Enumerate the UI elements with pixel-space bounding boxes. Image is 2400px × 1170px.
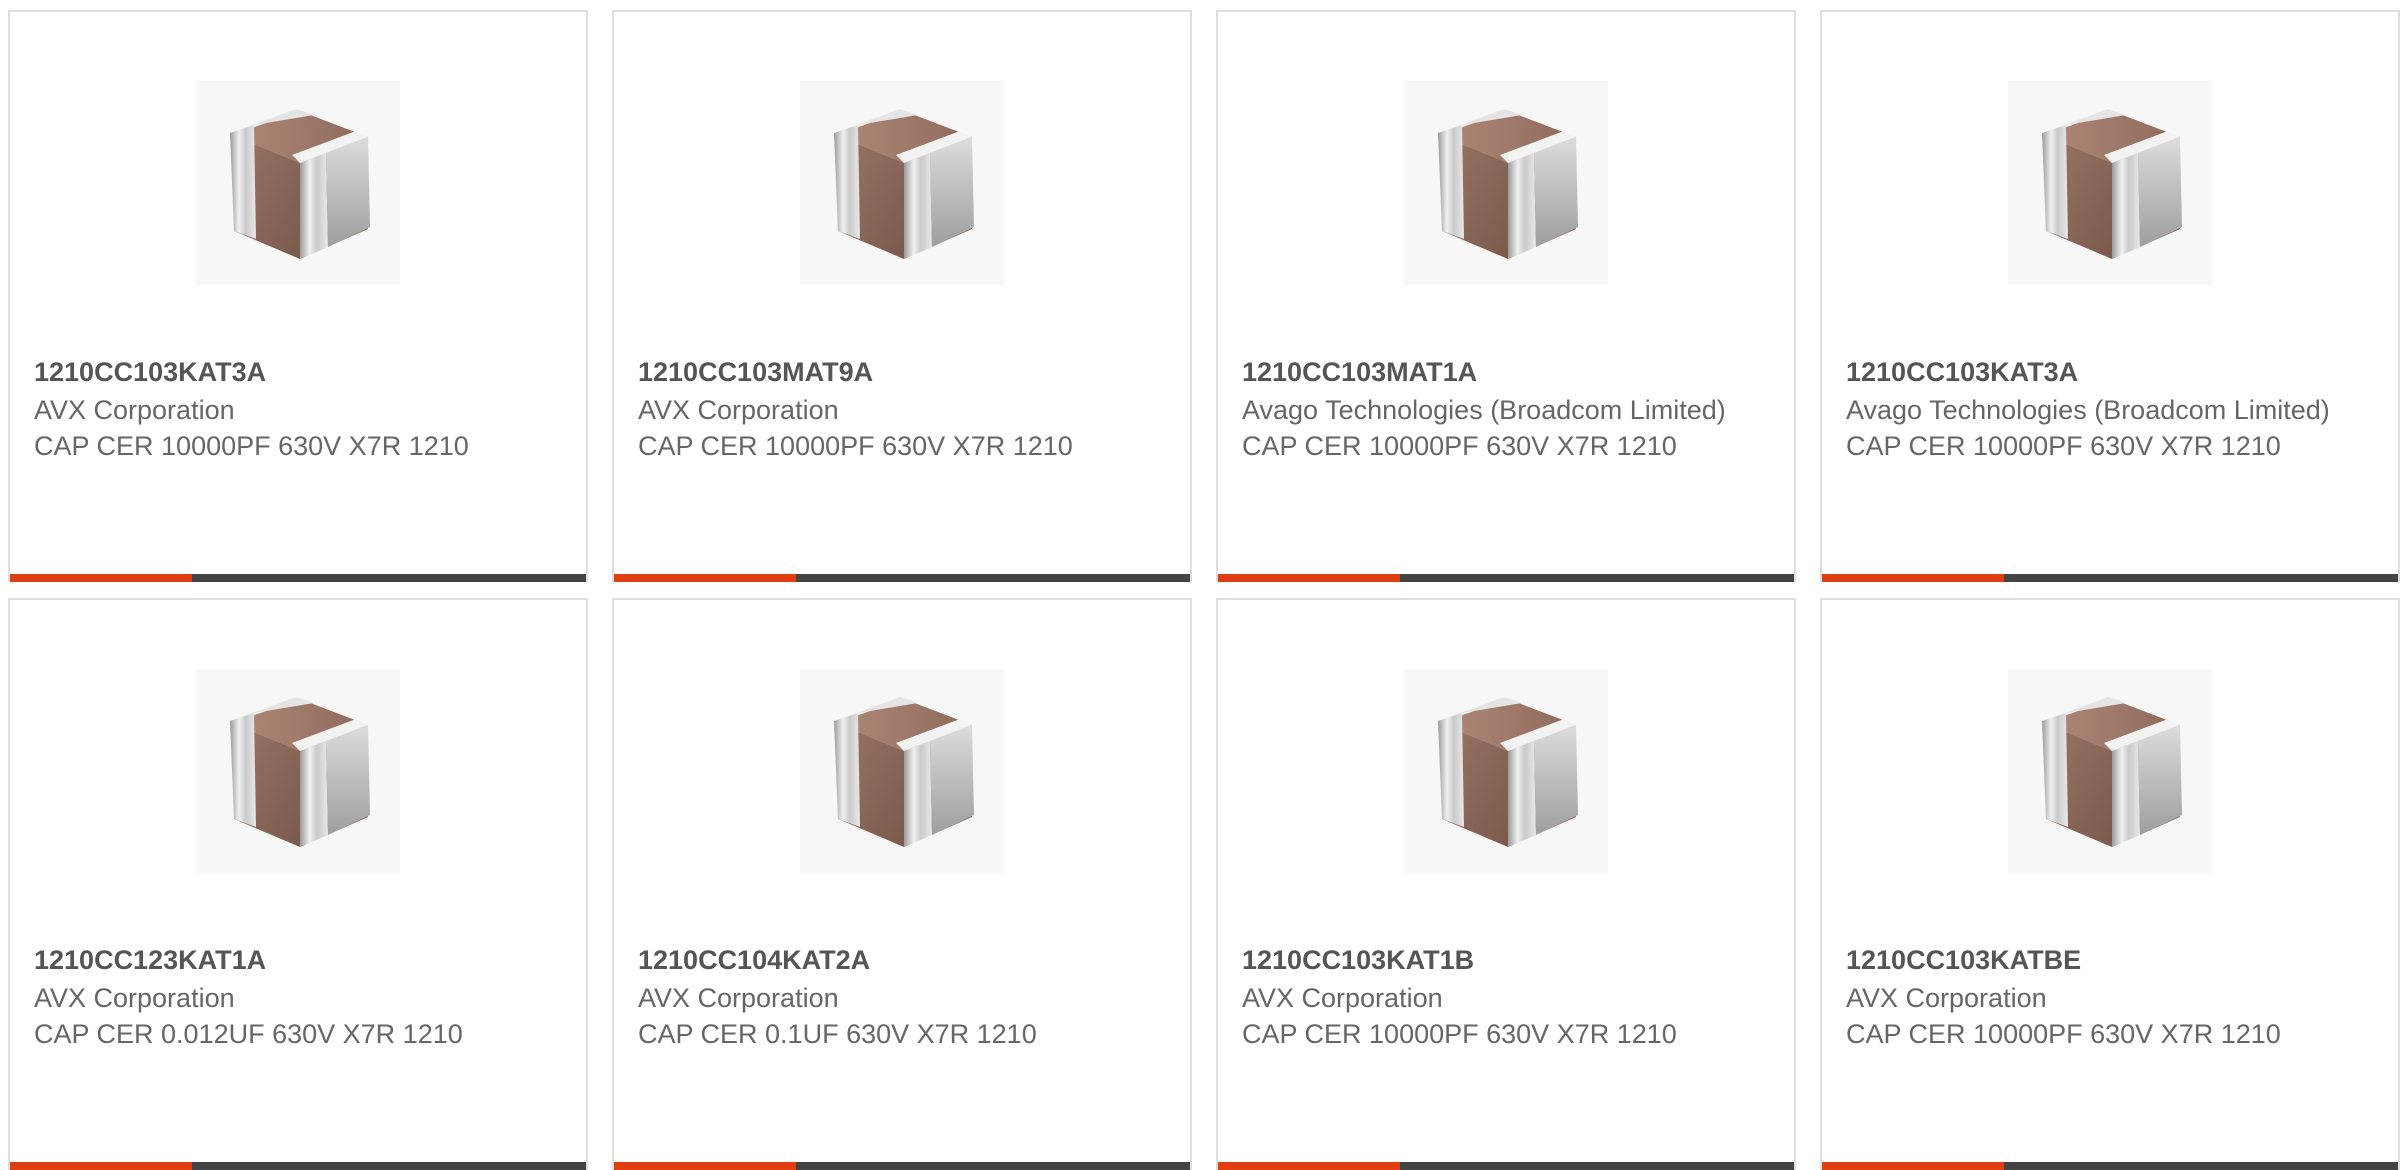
product-card[interactable]: 1210CC103KATBE AVX Corporation CAP CER 1… [1820,598,2400,1170]
product-description: CAP CER 10000PF 630V X7R 1210 [1242,1019,1677,1049]
product-card[interactable]: 1210CC103KAT3A Avago Technologies (Broad… [1820,10,2400,582]
product-description: CAP CER 0.1UF 630V X7R 1210 [638,1019,1037,1049]
manufacturer: Avago Technologies (Broadcom Limited) [1846,395,2330,425]
card-bottom-bar [10,1162,586,1170]
card-accent-bar [1218,1162,1400,1170]
card-accent-bar [614,1162,796,1170]
product-info: 1210CC103MAT9A AVX Corporation CAP CER 1… [638,354,1138,464]
product-info: 1210CC103KAT1B AVX Corporation CAP CER 1… [1242,942,1742,1052]
part-number[interactable]: 1210CC103KAT1B [1242,942,1742,978]
product-grid: 1210CC103KAT3A AVX Corporation CAP CER 1… [0,0,2400,1170]
product-card[interactable]: 1210CC123KAT1A AVX Corporation CAP CER 0… [8,598,588,1170]
capacitor-chip-icon [2008,81,2212,285]
product-info: 1210CC103KAT3A AVX Corporation CAP CER 1… [34,354,534,464]
capacitor-chip-icon [2008,669,2212,873]
part-number[interactable]: 1210CC103KATBE [1846,942,2346,978]
capacitor-chip-icon [800,81,1004,285]
product-card[interactable]: 1210CC104KAT2A AVX Corporation CAP CER 0… [612,598,1192,1170]
product-info: 1210CC103MAT1A Avago Technologies (Broad… [1242,354,1742,464]
part-number[interactable]: 1210CC103KAT3A [1846,354,2346,390]
product-info: 1210CC103KATBE AVX Corporation CAP CER 1… [1846,942,2346,1052]
part-number[interactable]: 1210CC123KAT1A [34,942,534,978]
card-bottom-bar [1218,574,1794,582]
product-description: CAP CER 10000PF 630V X7R 1210 [1242,431,1677,461]
part-number[interactable]: 1210CC103MAT1A [1242,354,1742,390]
card-bottom-bar [1822,574,2398,582]
manufacturer: AVX Corporation [1242,983,1443,1013]
product-description: CAP CER 10000PF 630V X7R 1210 [638,431,1073,461]
card-bottom-bar [614,574,1190,582]
card-accent-bar [10,1162,192,1170]
manufacturer: AVX Corporation [638,983,839,1013]
capacitor-chip-icon [1404,81,1608,285]
product-card[interactable]: 1210CC103MAT1A Avago Technologies (Broad… [1216,10,1796,582]
card-accent-bar [1822,1162,2004,1170]
card-bottom-bar [1218,1162,1794,1170]
card-bottom-bar [1822,1162,2398,1170]
manufacturer: Avago Technologies (Broadcom Limited) [1242,395,1726,425]
product-description: CAP CER 10000PF 630V X7R 1210 [1846,1019,2281,1049]
card-accent-bar [10,574,192,582]
capacitor-chip-icon [1404,669,1608,873]
product-card[interactable]: 1210CC103KAT1B AVX Corporation CAP CER 1… [1216,598,1796,1170]
capacitor-chip-icon [800,669,1004,873]
manufacturer: AVX Corporation [638,395,839,425]
capacitor-chip-icon [196,669,400,873]
card-bottom-bar [10,574,586,582]
part-number[interactable]: 1210CC104KAT2A [638,942,1138,978]
manufacturer: AVX Corporation [34,983,235,1013]
capacitor-chip-icon [196,81,400,285]
card-accent-bar [1822,574,2004,582]
product-description: CAP CER 10000PF 630V X7R 1210 [34,431,469,461]
manufacturer: AVX Corporation [1846,983,2047,1013]
part-number[interactable]: 1210CC103KAT3A [34,354,534,390]
product-description: CAP CER 10000PF 630V X7R 1210 [1846,431,2281,461]
part-number[interactable]: 1210CC103MAT9A [638,354,1138,390]
card-accent-bar [1218,574,1400,582]
product-info: 1210CC103KAT3A Avago Technologies (Broad… [1846,354,2346,464]
product-description: CAP CER 0.012UF 630V X7R 1210 [34,1019,463,1049]
manufacturer: AVX Corporation [34,395,235,425]
product-card[interactable]: 1210CC103KAT3A AVX Corporation CAP CER 1… [8,10,588,582]
product-card[interactable]: 1210CC103MAT9A AVX Corporation CAP CER 1… [612,10,1192,582]
card-accent-bar [614,574,796,582]
card-bottom-bar [614,1162,1190,1170]
product-info: 1210CC104KAT2A AVX Corporation CAP CER 0… [638,942,1138,1052]
product-info: 1210CC123KAT1A AVX Corporation CAP CER 0… [34,942,534,1052]
